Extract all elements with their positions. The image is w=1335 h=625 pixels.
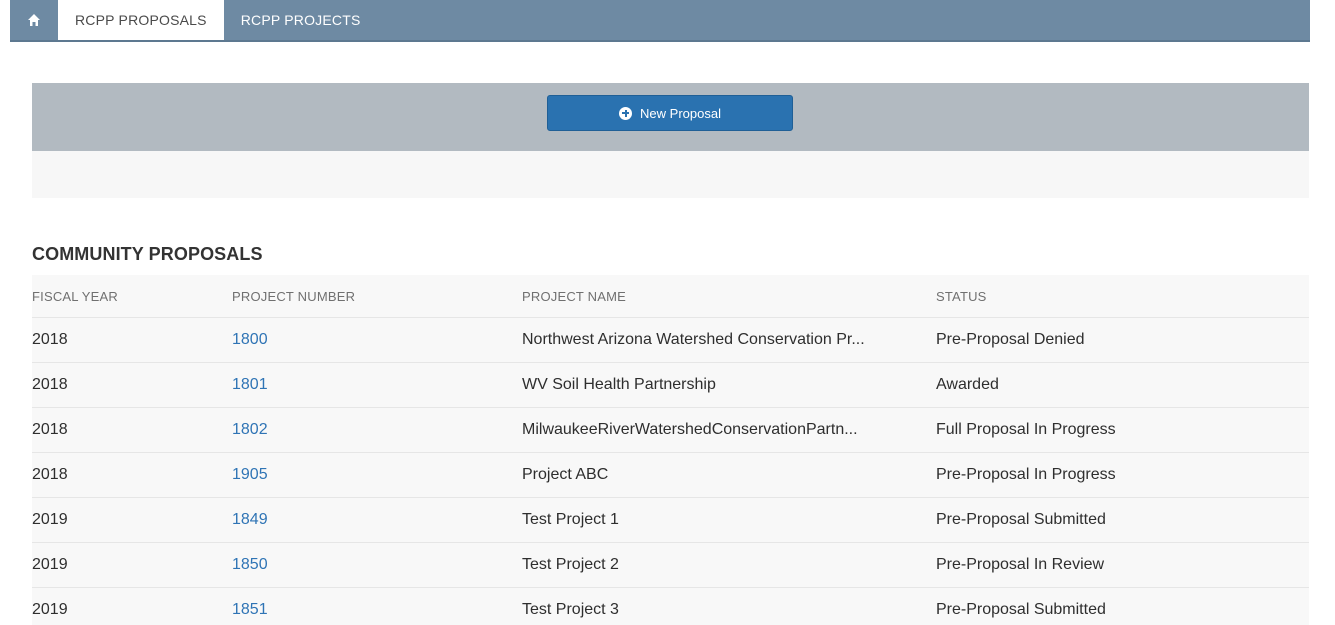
proposals-table: FISCAL YEAR PROJECT NUMBER PROJECT NAME … [32,275,1309,625]
action-subpanel [32,151,1309,198]
fiscal-year-cell: 2018 [32,421,68,438]
table-row: 2018 1905 Project ABC Pre-Proposal In Pr… [32,453,1309,498]
table-row: 2018 1801 WV Soil Health Partnership Awa… [32,363,1309,408]
column-header-project-name: PROJECT NAME [522,288,627,304]
fiscal-year-cell: 2018 [32,376,68,393]
fiscal-year-cell: 2018 [32,331,68,348]
table-row: 2019 1850 Test Project 2 Pre-Proposal In… [32,543,1309,588]
home-button[interactable] [10,0,58,40]
project-name-cell: Test Project 1 [522,511,619,528]
project-number-link[interactable]: 1801 [232,376,522,394]
tab-label: RCPP PROPOSALS [75,12,207,28]
status-cell: Awarded [936,376,999,393]
table-row: 2018 1800 Northwest Arizona Watershed Co… [32,318,1309,363]
project-number-link[interactable]: 1905 [232,466,522,484]
column-header-status: STATUS [936,288,987,304]
column-header-fiscal-year: FISCAL YEAR [32,288,119,304]
tab-rcpp-projects[interactable]: RCPP PROJECTS [224,0,378,40]
project-number-link[interactable]: 1849 [232,511,522,529]
project-name-cell: Project ABC [522,466,609,483]
status-cell: Pre-Proposal In Progress [936,466,1116,483]
project-number-link[interactable]: 1850 [232,556,522,574]
status-cell: Pre-Proposal Submitted [936,601,1106,618]
tab-rcpp-proposals[interactable]: RCPP PROPOSALS [58,0,224,40]
tab-label: RCPP PROJECTS [240,12,361,28]
plus-circle-icon [619,106,633,120]
project-number-link[interactable]: 1802 [232,421,522,439]
project-name-cell: Northwest Arizona Watershed Conservation… [522,331,865,348]
status-cell: Pre-Proposal In Review [936,556,1105,573]
section-title: COMMUNITY PROPOSALS [32,244,263,264]
fiscal-year-cell: 2018 [32,466,68,483]
status-cell: Pre-Proposal Denied [936,331,1085,348]
table-row: 2019 1849 Test Project 1 Pre-Proposal Su… [32,498,1309,543]
fiscal-year-cell: 2019 [32,556,68,573]
table-header-row: FISCAL YEAR PROJECT NUMBER PROJECT NAME … [32,275,1309,318]
new-proposal-label: New Proposal [640,105,721,121]
new-proposal-button[interactable]: New Proposal [547,95,793,131]
project-name-cell: WV Soil Health Partnership [522,376,716,393]
table-row: 2019 1851 Test Project 3 Pre-Proposal Su… [32,588,1309,625]
project-number-link[interactable]: 1800 [232,331,522,349]
home-icon [28,14,40,26]
project-name-cell: MilwaukeeRiverWatershedConservationPartn… [522,421,858,438]
status-cell: Pre-Proposal Submitted [936,511,1106,528]
fiscal-year-cell: 2019 [32,511,68,528]
top-navigation-bar: RCPP PROPOSALS RCPP PROJECTS [10,0,1310,42]
status-cell: Full Proposal In Progress [936,421,1116,438]
fiscal-year-cell: 2019 [32,601,68,618]
table-row: 2018 1802 MilwaukeeRiverWatershedConserv… [32,408,1309,453]
column-header-project-number: PROJECT NUMBER [232,288,356,304]
project-name-cell: Test Project 3 [522,601,619,618]
project-name-cell: Test Project 2 [522,556,619,573]
project-number-link[interactable]: 1851 [232,601,522,619]
